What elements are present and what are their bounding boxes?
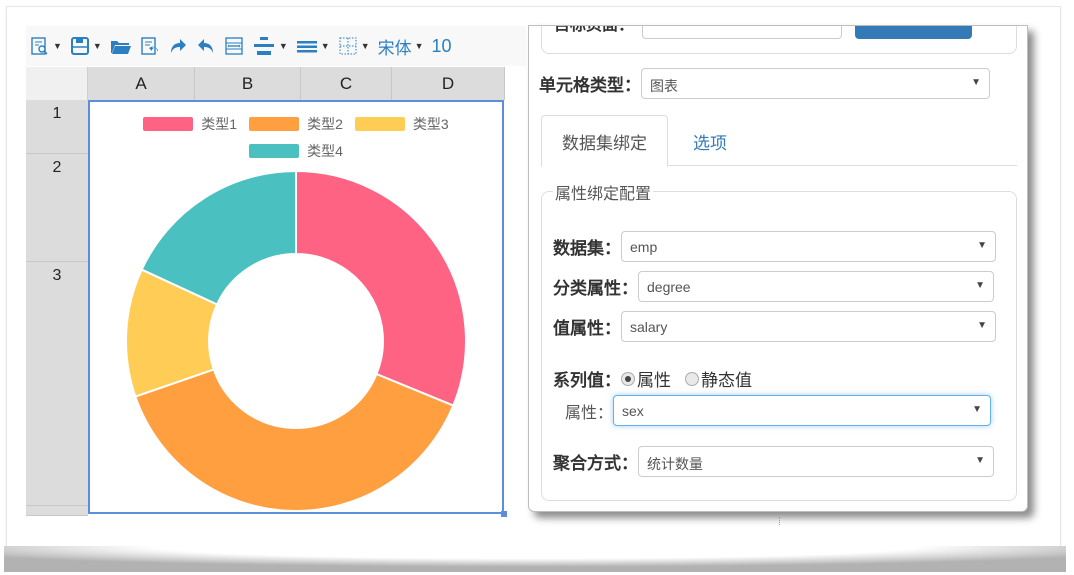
row-header-1[interactable]: 1 (26, 100, 88, 154)
series-label: 系列值： (553, 371, 621, 390)
print-preview-button[interactable]: ▼ (26, 26, 66, 66)
font-size-select[interactable]: 10 (428, 26, 456, 66)
dataset-label: 数据集： (553, 239, 621, 258)
radio-checked-icon (621, 371, 635, 386)
chevron-down-icon: ▼ (977, 240, 987, 251)
radio-label: 属性 (637, 371, 671, 390)
align-justify-icon (296, 36, 318, 56)
cell-type-row: 单元格类型： 图表 ▼ (539, 68, 990, 99)
donut-slice-1[interactable] (295, 169, 467, 407)
undo-icon (196, 36, 216, 56)
toolbar: ▼ ▼ ▼ ▼ ▼ 宋体 ▼ 10 (26, 26, 526, 66)
chevron-down-icon: ▼ (977, 320, 987, 331)
chevron-down-icon: ▼ (975, 280, 985, 291)
undo-button[interactable] (192, 26, 220, 66)
folder-open-icon (110, 36, 132, 56)
import-button[interactable] (136, 26, 164, 66)
cell-type-value: 图表 (650, 78, 678, 94)
chevron-down-icon: ▼ (278, 41, 288, 51)
vertical-align-button[interactable]: ▼ (248, 26, 292, 66)
page-curl-shadow (4, 546, 1066, 572)
tab-dataset-binding[interactable]: 数据集绑定 (541, 115, 668, 167)
cell-type-select[interactable]: 图表 ▼ (641, 68, 990, 99)
aggregate-select[interactable]: 统计数量 ▼ (638, 446, 994, 477)
chevron-down-icon: ▼ (320, 41, 330, 51)
save-button[interactable]: ▼ (66, 26, 106, 66)
dataset-value: emp (630, 239, 658, 255)
chevron-down-icon: ▼ (972, 404, 983, 415)
cell-type-label: 单元格类型： (539, 76, 641, 95)
aggregate-value: 统计数量 (647, 456, 703, 472)
border-icon (338, 36, 358, 56)
attribute-select[interactable]: sex ▼ (613, 395, 992, 426)
redo-button[interactable] (164, 26, 192, 66)
aggregate-label: 聚合方式： (553, 454, 638, 473)
value-select[interactable]: salary ▼ (621, 311, 996, 342)
border-button[interactable]: ▼ (334, 26, 374, 66)
donut-chart (125, 169, 467, 512)
divider-mark (779, 517, 780, 525)
category-row: 分类属性： degree ▼ (553, 271, 994, 302)
value-row: 值属性： salary ▼ (553, 311, 996, 342)
save-icon (70, 36, 90, 56)
selection-resize-handle[interactable] (501, 511, 507, 517)
radio-label: 静态值 (701, 371, 752, 390)
attribute-label: 属性： (565, 404, 614, 422)
align-center-icon (252, 36, 276, 56)
dataset-select[interactable]: emp ▼ (621, 231, 996, 262)
category-value: degree (647, 279, 691, 295)
url-params-button[interactable]: URL参数配置 (855, 26, 972, 39)
donut-slice-2[interactable] (134, 368, 455, 512)
dataset-row: 数据集： emp ▼ (553, 231, 996, 262)
spreadsheet: A B C D 1 2 3 类型1 类型2 类型3 类型4 (26, 66, 526, 517)
series-radio-attribute[interactable]: 属性 (621, 366, 671, 391)
row-header-4[interactable] (26, 506, 88, 516)
aggregate-row: 聚合方式： 统计数量 ▼ (553, 446, 994, 477)
target-page-group: 目标页面： URL参数配置 (541, 25, 1017, 54)
category-label: 分类属性： (553, 279, 638, 298)
chevron-down-icon: ▼ (971, 77, 981, 88)
category-select[interactable]: degree ▼ (638, 271, 994, 302)
chevron-down-icon: ▼ (975, 455, 985, 466)
tab-bar: 数据集绑定 选项 (541, 115, 1017, 167)
target-page-label: 目标页面： (554, 25, 635, 34)
value-value: salary (630, 319, 668, 335)
column-header-c[interactable]: C (301, 67, 392, 100)
fieldset-title: 属性绑定配置 (553, 180, 654, 204)
series-radio-static[interactable]: 静态值 (685, 366, 752, 391)
attribute-value: sex (622, 403, 644, 419)
radio-unchecked-icon (685, 371, 699, 386)
chevron-down-icon: ▼ (360, 41, 370, 51)
attribute-row: 属性： sex ▼ (565, 395, 992, 426)
column-header-b[interactable]: B (195, 67, 301, 100)
print-preview-icon (30, 36, 50, 56)
font-family-select[interactable]: 宋体 ▼ (374, 26, 428, 66)
series-row: 系列值： 属性 静态值 (553, 366, 766, 391)
row-header-2[interactable]: 2 (26, 154, 88, 262)
horizontal-align-button[interactable]: ▼ (292, 26, 334, 66)
column-header-a[interactable]: A (88, 67, 195, 100)
open-button[interactable] (106, 26, 136, 66)
column-header-d[interactable]: D (392, 67, 505, 100)
tab-options[interactable]: 选项 (673, 115, 747, 167)
properties-panel: 目标页面： URL参数配置 单元格类型： 图表 ▼ 数据集绑定 选项 属性绑定配… (528, 25, 1028, 512)
chevron-down-icon: ▼ (414, 41, 424, 51)
merge-cells-icon (224, 36, 244, 56)
font-size-value: 10 (431, 35, 452, 56)
merge-cells-button[interactable] (220, 26, 248, 66)
target-page-input[interactable] (642, 26, 842, 39)
value-label: 值属性： (553, 319, 621, 338)
chevron-down-icon: ▼ (92, 41, 102, 51)
import-icon (140, 36, 160, 56)
font-family-value: 宋体 (377, 38, 412, 58)
chevron-down-icon: ▼ (53, 41, 62, 51)
select-all-corner[interactable] (26, 67, 88, 100)
chart-cell[interactable]: 类型1 类型2 类型3 类型4 (88, 100, 504, 514)
row-header-3[interactable]: 3 (26, 262, 88, 506)
redo-icon (168, 36, 188, 56)
